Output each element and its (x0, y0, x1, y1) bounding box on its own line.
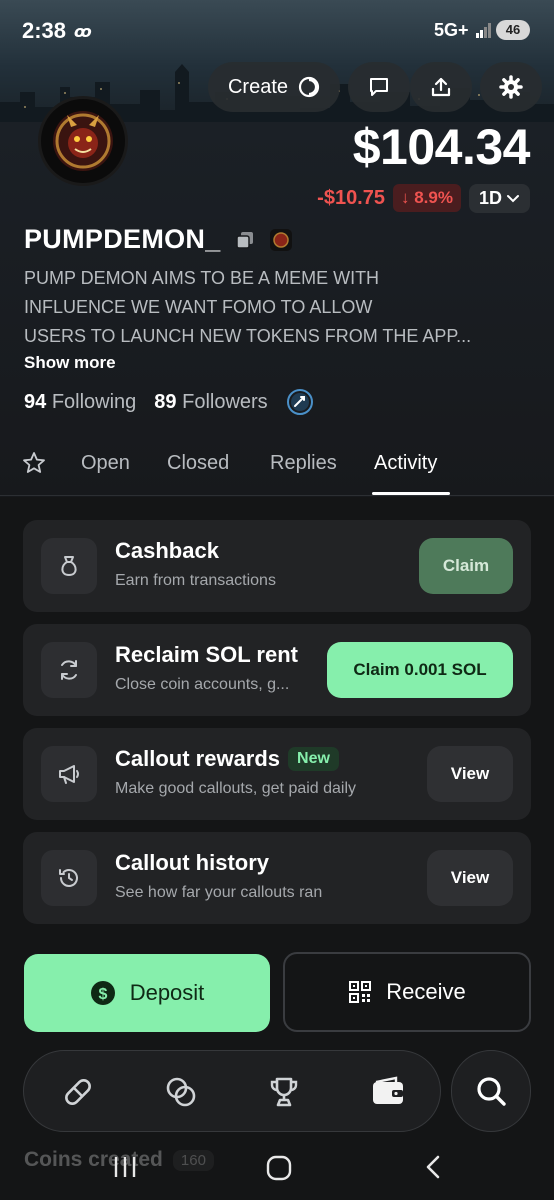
demon-avatar-image (53, 111, 113, 171)
dollar-circle-icon: $ (90, 981, 115, 1005)
create-coin-icon (298, 76, 320, 98)
status-time: 2:38 (22, 18, 67, 43)
coin-avatar-icon[interactable] (269, 228, 293, 252)
follow-stats: 94 Following 89 Followers (24, 388, 314, 416)
view-callout-history-button[interactable]: View (427, 850, 513, 906)
bottom-navigation (23, 1050, 441, 1132)
claim-sol-button[interactable]: Claim 0.001 SOL (327, 642, 513, 698)
share-button[interactable] (410, 62, 472, 112)
settings-button[interactable] (480, 62, 542, 112)
card-title: Cashback (115, 538, 219, 563)
network-indicator: 5G+ (434, 20, 469, 40)
card-icon-box (41, 538, 97, 594)
following-stat[interactable]: 94 Following (24, 391, 136, 414)
qr-code-icon (349, 981, 372, 1003)
tab-activity[interactable]: Activity (374, 452, 437, 475)
nav-leaderboard[interactable] (264, 1072, 304, 1112)
receive-button[interactable]: Receive (283, 952, 531, 1032)
change-amount: -$10.75 (317, 186, 385, 209)
show-more-link[interactable]: Show more (24, 353, 116, 373)
chat-icon (370, 78, 388, 96)
share-icon (431, 77, 451, 97)
verified-link-icon[interactable] (286, 388, 314, 416)
back-icon[interactable] (422, 1154, 446, 1180)
reclaim-sol-card: Reclaim SOL rent Close coin accounts, g.… (23, 624, 531, 716)
card-icon-box (41, 746, 97, 802)
money-bag-icon (61, 556, 77, 576)
create-label: Create (227, 75, 289, 98)
chevron-down-icon (507, 195, 519, 203)
home-icon[interactable] (265, 1154, 293, 1182)
profile-avatar[interactable] (38, 96, 128, 186)
copy-icon[interactable] (235, 230, 255, 250)
followers-count: 89 (154, 390, 177, 413)
card-subtitle: See how far your callouts ran (115, 884, 323, 901)
svg-text:$: $ (98, 986, 107, 1003)
time-range-label: 1D (478, 187, 502, 208)
callout-rewards-card: Callout rewards New Make good callouts, g… (23, 728, 531, 820)
card-icon-box (41, 850, 97, 906)
card-title: Reclaim SOL rent (115, 642, 298, 667)
portfolio-balance: $104.34 (352, 119, 531, 175)
card-title: Callout history (115, 850, 270, 875)
trophy-icon (270, 1077, 298, 1107)
card-subtitle: Close coin accounts, g... (115, 676, 290, 693)
signal-icon (476, 23, 491, 38)
time-range-selector[interactable]: 1D (468, 183, 530, 213)
megaphone-icon (59, 765, 79, 784)
history-icon (59, 869, 78, 887)
nav-coins[interactable] (161, 1072, 201, 1112)
card-icon-box (41, 642, 97, 698)
username-row: PUMPDEMON_ (24, 224, 293, 255)
refresh-icon (61, 660, 77, 680)
star-icon[interactable] (22, 451, 46, 475)
create-button[interactable]: Create (208, 62, 340, 112)
pill-icon (65, 1079, 91, 1105)
following-count: 94 (24, 390, 47, 413)
notification-app-icon: ꝏ (74, 24, 92, 41)
balance-change-row: -$10.75 ↓ 8.9% 1D (317, 182, 530, 214)
tab-replies[interactable]: Replies (270, 452, 337, 475)
card-subtitle: Make good callouts, get paid daily (115, 780, 357, 797)
search-button[interactable] (451, 1050, 531, 1132)
change-percent-badge: ↓ 8.9% (393, 184, 461, 212)
username: PUMPDEMON_ (24, 224, 221, 254)
followers-stat[interactable]: 89 Followers (154, 391, 267, 414)
deposit-button[interactable]: $ Deposit (24, 954, 270, 1032)
profile-bio: PUMP DEMON AIMS TO BE A MEME WITH INFLUE… (24, 268, 472, 346)
nav-wallet[interactable] (368, 1072, 408, 1112)
followers-label: Followers (182, 390, 268, 413)
recent-apps-icon[interactable] (112, 1154, 138, 1180)
tab-open[interactable]: Open (81, 452, 130, 475)
search-icon (477, 1077, 506, 1106)
callout-history-card: Callout history See how far your callout… (23, 832, 531, 924)
battery-indicator: 46 (496, 20, 530, 40)
deposit-label: Deposit (129, 980, 205, 1005)
tab-closed[interactable]: Closed (167, 452, 229, 475)
gear-icon (499, 75, 523, 99)
wallet-icon (373, 1076, 403, 1104)
active-tab-indicator (372, 492, 450, 495)
receive-label: Receive (386, 979, 466, 1004)
status-bar: 2:38 ꝏ 5G+ 46 (0, 0, 554, 60)
card-subtitle: Earn from transactions (115, 572, 276, 589)
nav-pill[interactable] (58, 1072, 98, 1112)
claim-cashback-button[interactable]: Claim (419, 538, 513, 594)
new-badge: New (288, 747, 339, 771)
coins-icon (166, 1077, 196, 1107)
profile-tabs: Open Closed Replies Activity (0, 440, 554, 496)
card-title-text: Callout rewards (115, 746, 281, 771)
card-title: Callout rewards New (115, 746, 339, 772)
cashback-card: Cashback Earn from transactions Claim (23, 520, 531, 612)
system-navigation-bar (0, 1146, 554, 1190)
messages-button[interactable] (348, 62, 410, 112)
view-callout-rewards-button[interactable]: View (427, 746, 513, 802)
following-label: Following (51, 390, 137, 413)
